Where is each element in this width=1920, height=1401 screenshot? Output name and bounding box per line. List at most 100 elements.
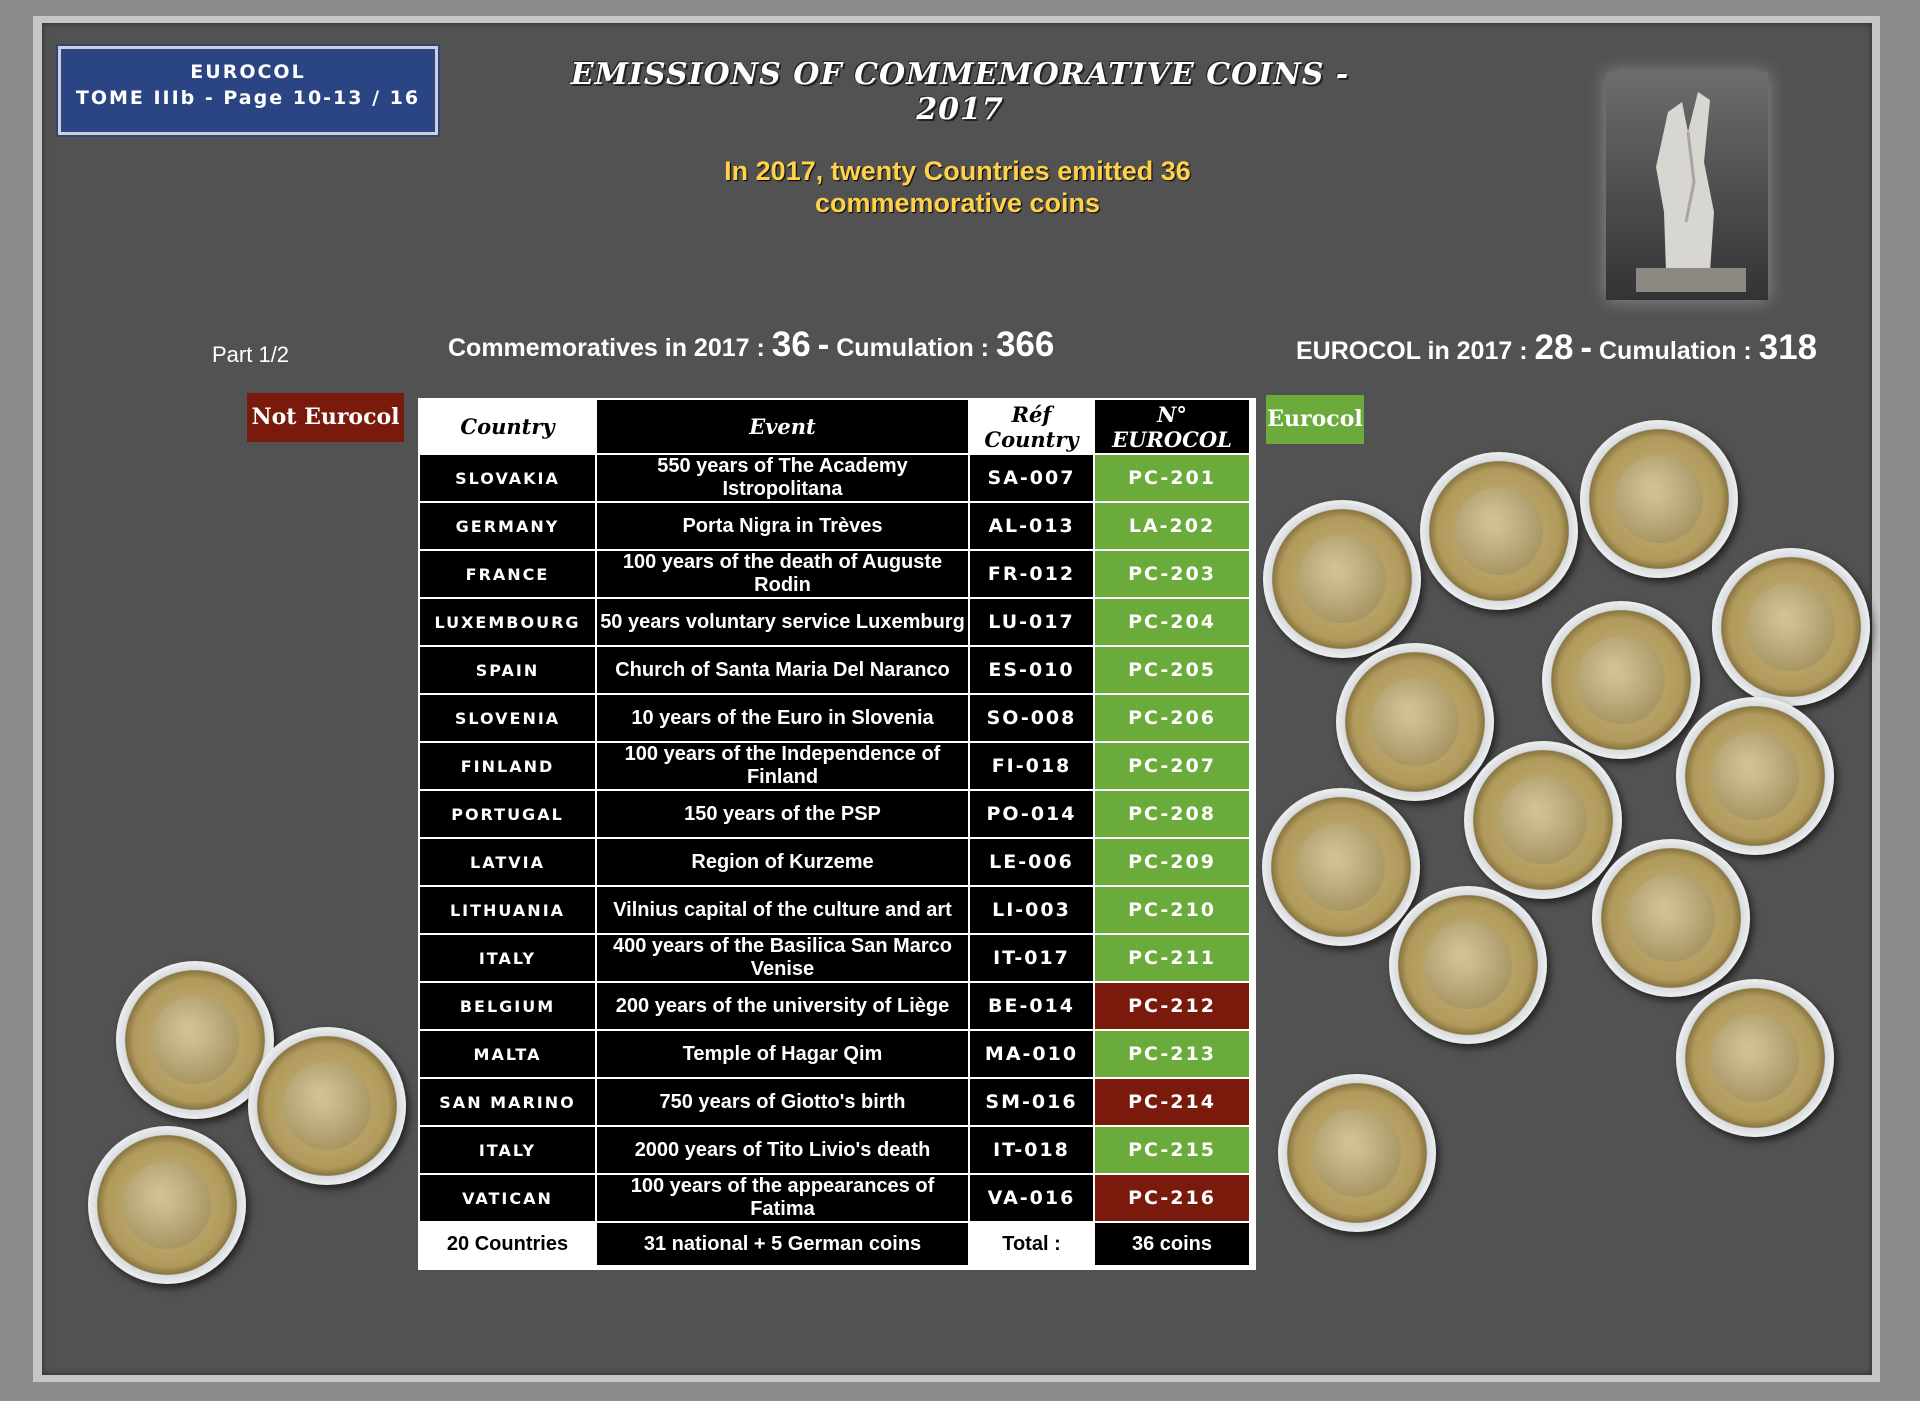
event-cell: 100 years of the appearances of Fatima [597,1175,968,1221]
coins-table: Country Event Réf Country N° EUROCOL SLO… [418,398,1251,1267]
eurocol-number-cell: PC-203 [1095,551,1249,597]
legend-not-eurocol: Not Eurocol [247,393,404,442]
event-cell: Church of Santa Maria Del Naranco [597,647,968,693]
commemoratives-value: 36 [771,325,811,364]
country-cell: SAN MARINO [420,1079,595,1125]
event-cell: 100 years of the Independence of Finland [597,743,968,789]
eurocol-number-cell: PC-215 [1095,1127,1249,1173]
eurocol-number-cell: PC-214 [1095,1079,1249,1125]
coin-image [248,1027,406,1185]
country-cell: LATVIA [420,839,595,885]
country-cell: SLOVAKIA [420,455,595,501]
eurocol-number-cell: PC-216 [1095,1175,1249,1221]
eurocol-number-cell: PC-208 [1095,791,1249,837]
coins-table-container: Country Event Réf Country N° EUROCOL SLO… [418,398,1256,1270]
ref-country-cell: FR-012 [970,551,1093,597]
country-cell: PORTUGAL [420,791,595,837]
table-row: LITHUANIA Vilnius capital of the culture … [420,887,1249,933]
eurocol-number-cell: PC-210 [1095,887,1249,933]
commemoratives-stats: Commemoratives in 2017 : 36 - Cumulation… [448,325,1054,365]
table-row: SLOVENIA 10 years of the Euro in Slovenia… [420,695,1249,741]
table-row: SLOVAKIA 550 years of The Academy Istropo… [420,455,1249,501]
eurocol-number-cell: PC-206 [1095,695,1249,741]
event-cell: 400 years of the Basilica San Marco Veni… [597,935,968,981]
country-cell: SPAIN [420,647,595,693]
sculpture-image [1636,92,1746,292]
table-row: GERMANY Porta Nigra in Trèves AL-013 LA-202 [420,503,1249,549]
eurocol-number-cell: PC-204 [1095,599,1249,645]
table-row: ITALY 2000 years of Tito Livio's death IT-… [420,1127,1249,1173]
subtitle-line-2: commemorative coins [814,188,1101,218]
commemoratives-label: Commemoratives in 2017 : [448,334,765,362]
footer-event: 31 national + 5 German coins [597,1223,968,1265]
badge-title: EUROCOL [190,61,306,83]
ref-country-cell: IT-017 [970,935,1093,981]
eurocol-stats: EUROCOL in 2017 : 28 - Cumulation : 318 [1296,328,1817,368]
header-ref-country: Réf Country [970,400,1093,453]
coin-image [1676,697,1834,855]
coin-image [1278,1074,1436,1232]
eurocol-number-cell: LA-202 [1095,503,1249,549]
ref-country-cell: AL-013 [970,503,1093,549]
event-cell: 2000 years of Tito Livio's death [597,1127,968,1173]
ref-country-cell: FI-018 [970,743,1093,789]
page-title: EMISSIONS OF COMMEMORATIVE COINS - 2017 [570,57,1350,127]
event-cell: Porta Nigra in Trèves [597,503,968,549]
footer-total-label: Total : [970,1223,1093,1265]
country-cell: ITALY [420,1127,595,1173]
eurocol-number-cell: PC-209 [1095,839,1249,885]
event-cell: 200 years of the university of Liège [597,983,968,1029]
country-cell: FINLAND [420,743,595,789]
country-cell: BELGIUM [420,983,595,1029]
country-cell: VATICAN [420,1175,595,1221]
eurocol-number-cell: PC-211 [1095,935,1249,981]
coin-image [1580,420,1738,578]
eurocol-cumulation-label: Cumulation : [1599,337,1752,365]
country-cell: SLOVENIA [420,695,595,741]
ref-country-cell: SA-007 [970,455,1093,501]
coin-image [1262,788,1420,946]
table-row: ITALY 400 years of the Basilica San Marco… [420,935,1249,981]
coin-image [1464,741,1622,899]
ref-country-cell: MA-010 [970,1031,1093,1077]
ref-country-cell: ES-010 [970,647,1093,693]
coin-image [1592,839,1750,997]
page-subtitle: In 2017, twenty Countries emitted 36 com… [620,155,1295,219]
eurocol-number-cell: PC-213 [1095,1031,1249,1077]
ref-country-cell: LI-003 [970,887,1093,933]
eurocol-dash: - [1580,328,1593,367]
country-cell: GERMANY [420,503,595,549]
table-row: BELGIUM 200 years of the university of Li… [420,983,1249,1029]
event-cell: 10 years of the Euro in Slovenia [597,695,968,741]
eurocol-value: 28 [1534,328,1574,367]
table-row: VATICAN 100 years of the appearances of F… [420,1175,1249,1221]
coin-image [1712,548,1870,706]
event-cell: 50 years voluntary service Luxemburg [597,599,968,645]
coin-image [1263,500,1421,658]
table-row: SAN MARINO 750 years of Giotto's birth SM-… [420,1079,1249,1125]
part-label: Part 1/2 [212,342,290,367]
table-row: LUXEMBOURG 50 years voluntary service Lux… [420,599,1249,645]
country-cell: FRANCE [420,551,595,597]
event-cell: 550 years of The Academy Istropolitana [597,455,968,501]
country-cell: MALTA [420,1031,595,1077]
ref-country-cell: LE-006 [970,839,1093,885]
table-header-row: Country Event Réf Country N° EUROCOL [420,400,1249,453]
event-cell: 750 years of Giotto's birth [597,1079,968,1125]
event-cell: Region of Kurzeme [597,839,968,885]
sculpture-photo [1606,72,1768,300]
eurocol-number-cell: PC-212 [1095,983,1249,1029]
coin-image [1336,643,1494,801]
ref-country-cell: PO-014 [970,791,1093,837]
cumulation-value: 366 [995,325,1055,364]
ref-country-cell: SO-008 [970,695,1093,741]
stats-dash: - [817,325,830,364]
header-event: Event [597,400,968,453]
eurocol-number-cell: PC-205 [1095,647,1249,693]
country-cell: LUXEMBOURG [420,599,595,645]
table-row: LATVIA Region of Kurzeme LE-006 PC-209 [420,839,1249,885]
country-cell: LITHUANIA [420,887,595,933]
coin-image [1676,979,1834,1137]
event-cell: Vilnius capital of the culture and art [597,887,968,933]
tome-badge: EUROCOL TOME IIIb - Page 10-13 / 16 [58,46,438,135]
